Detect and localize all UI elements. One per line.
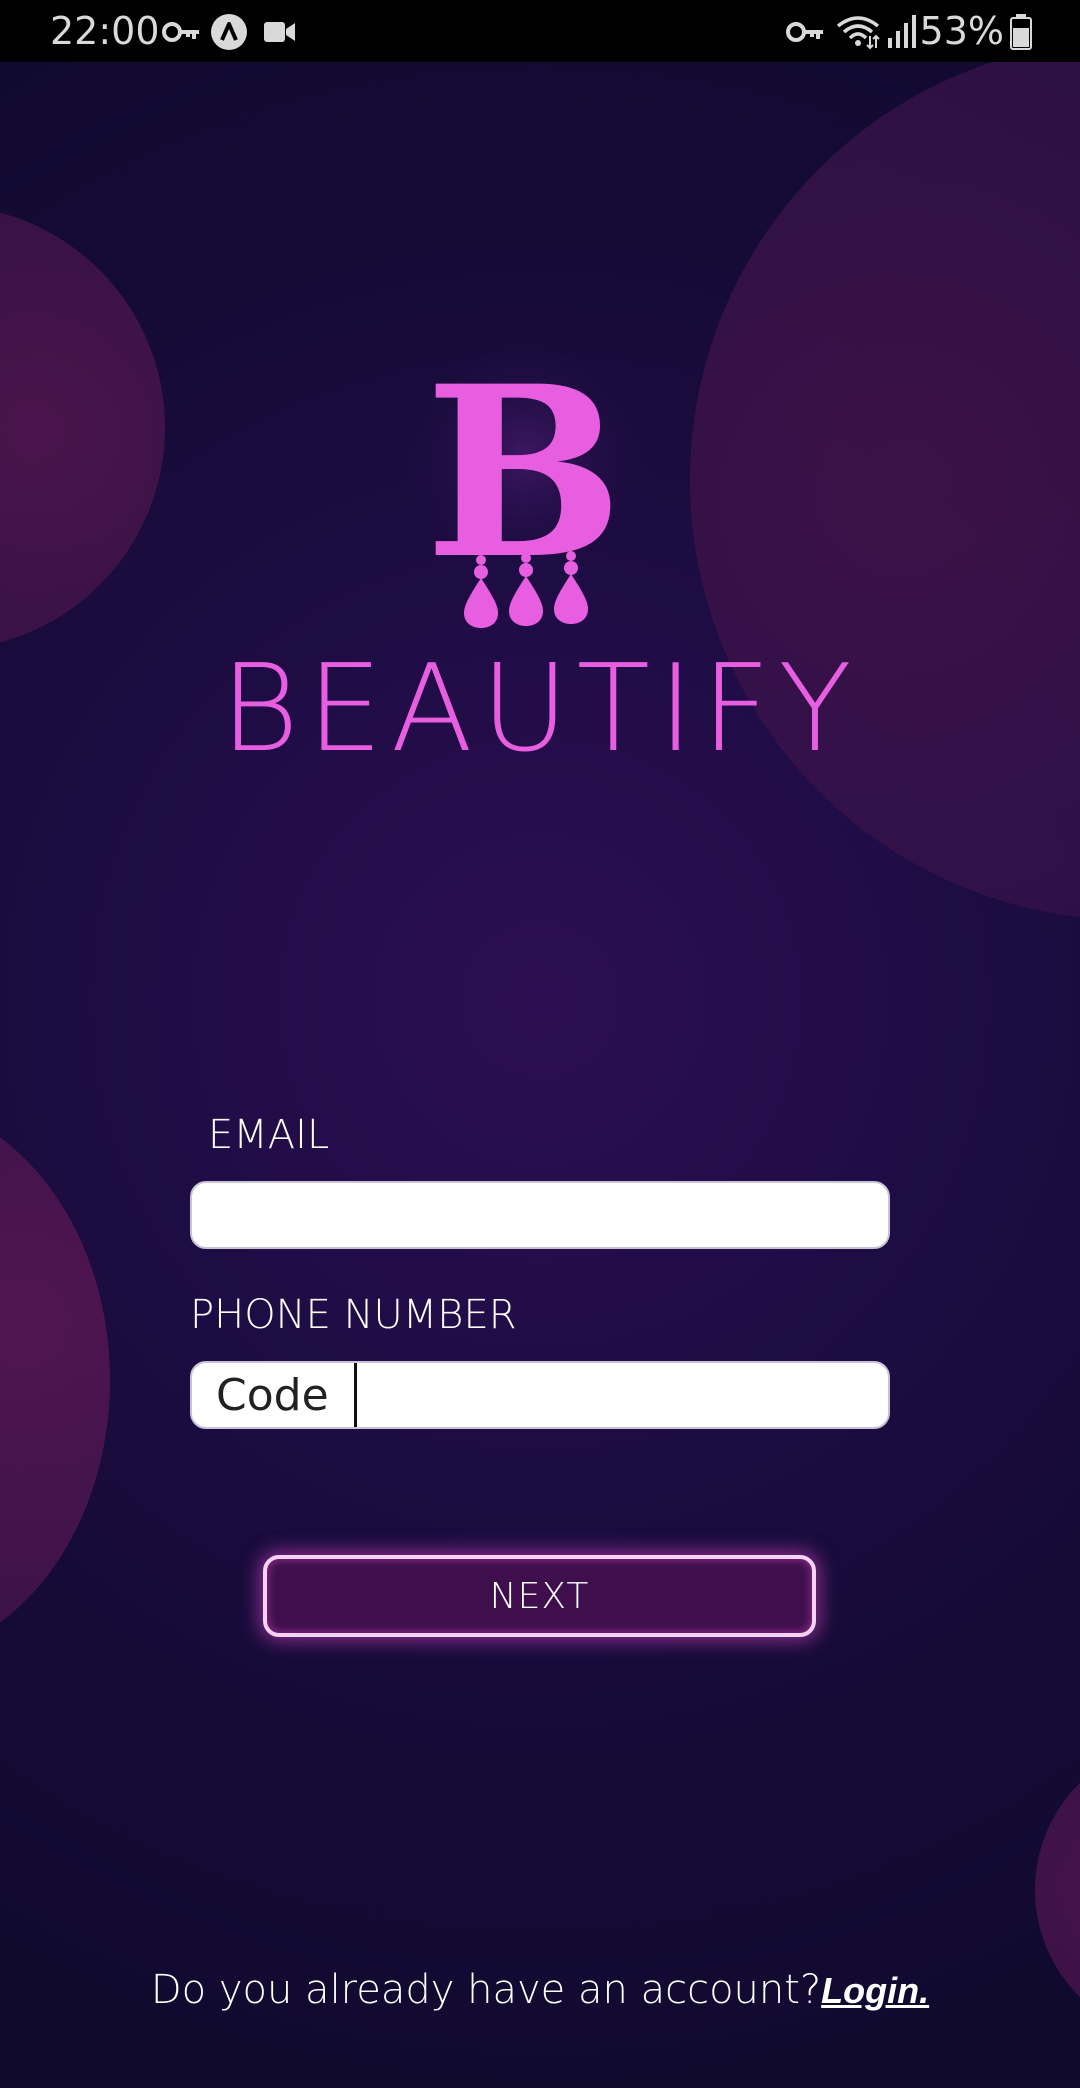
signal-icon xyxy=(888,15,916,48)
login-prompt: Do you already have an account?Login. xyxy=(0,1962,1080,2019)
signup-screen: 22:00 53% B BEAUTIFY EMAIL PHONE NUMBER … xyxy=(0,0,1080,2088)
brand-name: BEAUTIFY xyxy=(220,640,860,779)
phone-number-group xyxy=(190,1361,890,1429)
login-link[interactable]: Login. xyxy=(821,1970,929,2011)
phone-label: PHONE NUMBER xyxy=(190,1292,517,1338)
decorative-circle xyxy=(0,205,165,650)
phone-divider xyxy=(354,1363,357,1427)
wifi-icon xyxy=(836,16,880,50)
battery-icon xyxy=(1010,14,1032,50)
email-field[interactable] xyxy=(190,1181,890,1249)
decorative-circle xyxy=(690,40,1080,920)
country-code-field[interactable] xyxy=(192,1363,354,1427)
next-button[interactable]: NEXT xyxy=(263,1555,816,1637)
phone-number-field[interactable] xyxy=(358,1363,888,1427)
battery-percent: 53% xyxy=(919,9,1004,53)
email-label: EMAIL xyxy=(208,1112,330,1158)
status-time: 22:00 xyxy=(50,9,160,53)
accessibility-icon xyxy=(211,14,247,50)
video-camera-icon xyxy=(264,22,295,42)
key-icon xyxy=(162,22,199,42)
key-icon xyxy=(786,22,823,42)
status-bar: 22:00 53% xyxy=(0,0,1080,62)
brand-logo: B xyxy=(410,350,650,628)
decorative-circle xyxy=(0,1100,110,1660)
login-prompt-text: Do you already have an account? xyxy=(150,1967,822,2013)
